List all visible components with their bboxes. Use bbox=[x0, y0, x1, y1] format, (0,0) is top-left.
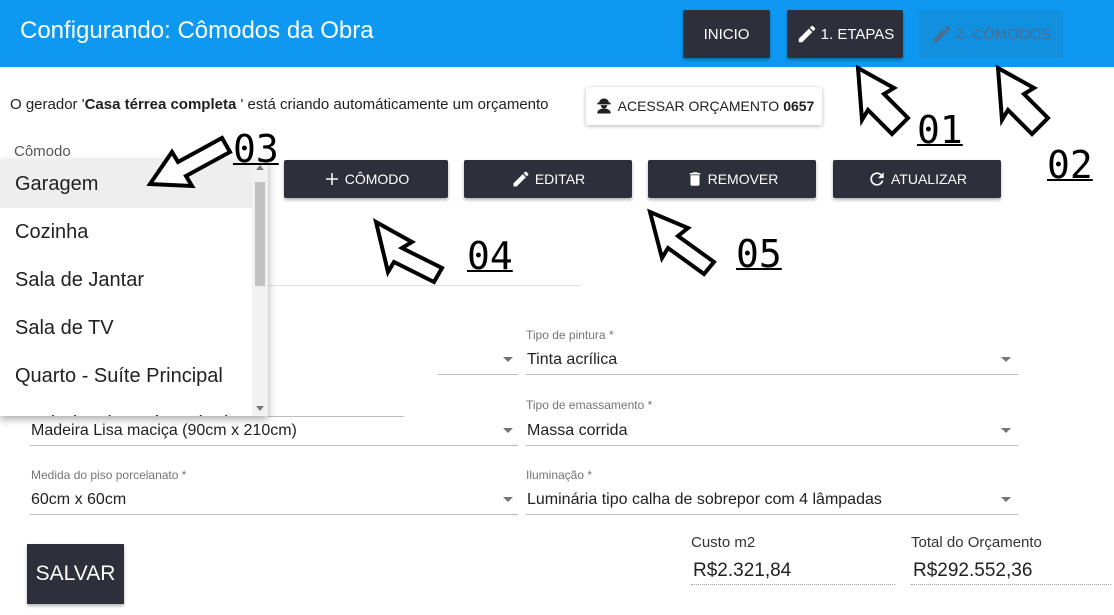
arrow-icon bbox=[372, 218, 445, 285]
annotation-label: 03 bbox=[233, 127, 279, 171]
annotation-arrows bbox=[146, 64, 1051, 285]
annotation-label: 05 bbox=[736, 232, 782, 276]
arrow-icon bbox=[647, 208, 717, 277]
arrow-icon bbox=[146, 135, 233, 189]
annotation-label: 02 bbox=[1047, 143, 1093, 187]
annotation-label: 01 bbox=[917, 108, 963, 152]
arrow-icon bbox=[995, 64, 1051, 137]
annotation-label: 04 bbox=[467, 234, 513, 278]
arrow-icon bbox=[855, 64, 911, 137]
